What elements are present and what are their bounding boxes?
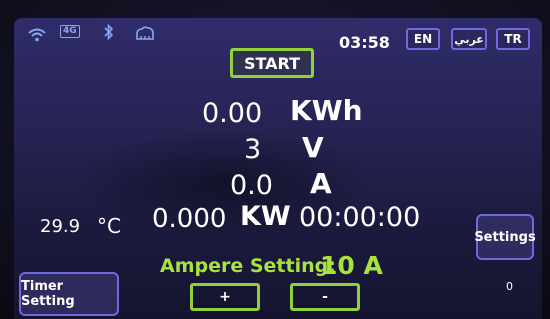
language-en-button[interactable]: EN	[406, 28, 440, 50]
temperature-value: 29.9	[40, 216, 81, 237]
energy-unit: KWh	[290, 94, 363, 127]
elapsed-time: 00:00:00	[299, 202, 421, 233]
increase-ampere-button[interactable]: +	[190, 283, 260, 311]
counter-value: 0	[506, 280, 513, 293]
ampere-setting-value: 10 A	[320, 251, 383, 280]
decrease-ampere-button[interactable]: -	[290, 283, 360, 311]
power-value: 0.000	[152, 204, 227, 234]
power-unit: KW	[240, 201, 291, 232]
signal-4g-icon: 4G	[60, 25, 80, 38]
bluetooth-icon	[104, 23, 114, 44]
energy-value: 0.00	[202, 98, 263, 129]
charger-screen: 4G 03:58 EN عربي TR START 0.00 KWh 3 V 0…	[14, 18, 542, 319]
current-unit: A	[310, 167, 332, 200]
voltage-unit: V	[302, 131, 324, 164]
ampere-setting-label: Ampere Setting:	[160, 255, 336, 277]
cloud-icon	[134, 25, 156, 44]
language-tr-button[interactable]: TR	[496, 28, 530, 50]
start-button[interactable]: START	[230, 48, 314, 78]
settings-button[interactable]: Settings	[474, 214, 536, 260]
wifi-icon	[28, 27, 46, 46]
voltage-value: 3	[244, 134, 262, 165]
current-value: 0.0	[230, 170, 273, 201]
timer-setting-button[interactable]: Timer Setting	[19, 272, 119, 316]
clock: 03:58	[339, 33, 390, 52]
language-ar-button[interactable]: عربي	[451, 28, 487, 50]
temperature-unit: °C	[97, 214, 121, 238]
